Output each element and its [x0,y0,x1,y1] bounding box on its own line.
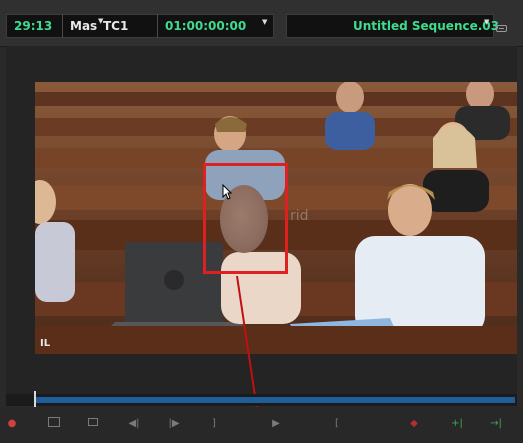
corner-watermark: IL [40,338,51,349]
marker-icon[interactable]: ◆ [409,417,419,431]
playhead-indicator[interactable] [34,391,36,407]
step-back-icon[interactable]: ◀| [126,417,142,431]
clip-view-icon[interactable] [48,417,60,427]
step-forward-icon[interactable]: |▶ [166,417,182,431]
transport-controls [0,407,523,443]
mark-out-icon[interactable]: ] [209,417,219,431]
red-annotation-line [236,275,263,443]
position-bar[interactable] [6,394,517,406]
splice-in-icon[interactable]: +| [448,417,466,431]
play-icon[interactable]: ▶ [271,417,281,431]
media-composer-monitor: 29:13 Mas ▼ TC1 01:00:00:00 ▼ Untitled S… [0,0,523,443]
position-bar-fill [36,397,515,403]
overwrite-icon[interactable]: →| [487,417,505,431]
record-icon[interactable]: ● [5,417,19,431]
filmstrip-icon[interactable] [88,418,98,426]
mark-in-icon[interactable]: [ [332,417,342,431]
